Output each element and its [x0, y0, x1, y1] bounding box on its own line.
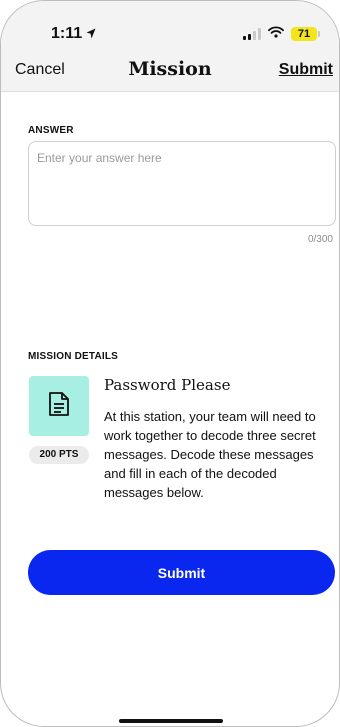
battery-level: 71 — [297, 28, 311, 40]
mission-details-label: MISSION DETAILS — [28, 351, 119, 362]
battery-icon: 71 — [291, 27, 320, 41]
answer-input[interactable] — [29, 142, 335, 225]
mission-icon-tile — [29, 376, 89, 436]
mission-description: At this station, your team will need to … — [104, 409, 316, 500]
status-indicators: 71 — [243, 25, 320, 43]
top-bar: 1:11 71 Cancel Mission Submit — [1, 1, 339, 92]
answer-field[interactable] — [28, 141, 336, 226]
submit-button[interactable]: Submit — [28, 550, 335, 595]
status-time: 1:11 — [51, 25, 96, 44]
character-counter: 0/300 — [307, 234, 333, 245]
wifi-icon — [268, 25, 284, 43]
home-indicator[interactable] — [119, 719, 223, 723]
points-badge: 200 PTS — [29, 446, 89, 464]
phone-screen: 1:11 71 Cancel Mission Submit ANSWER 0/3 — [0, 0, 340, 727]
status-time-text: 1:11 — [51, 25, 83, 42]
location-arrow-icon — [86, 26, 96, 44]
mission-title: Password Please — [104, 376, 231, 394]
cellular-signal-icon — [243, 28, 261, 40]
nav-submit-button[interactable]: Submit — [279, 61, 333, 79]
answer-section-label: ANSWER — [28, 125, 74, 136]
document-icon — [48, 391, 70, 422]
